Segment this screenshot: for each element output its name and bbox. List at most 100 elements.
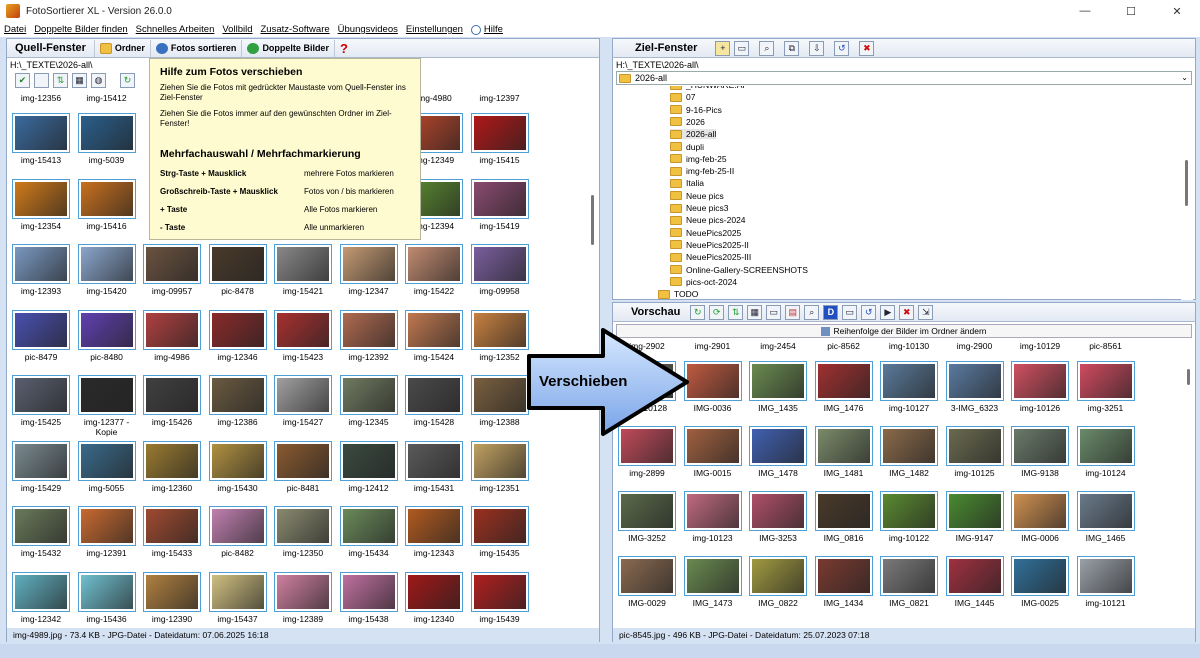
search-icon[interactable]: ⌕	[804, 304, 820, 320]
photo-thumbnail[interactable]: IMG-0025	[1009, 556, 1071, 608]
photo-thumbnail[interactable]: IMG_1476	[813, 361, 875, 413]
slideshow-icon[interactable]: ▶	[880, 304, 896, 320]
tree-folder[interactable]: img-feb-25-II	[670, 166, 734, 176]
menu-einstellungen[interactable]: Einstellungen	[406, 24, 463, 35]
undo-icon[interactable]: ↺	[834, 40, 850, 56]
photo-thumbnail[interactable]: img-10127	[878, 361, 940, 413]
photo-thumbnail[interactable]: img-15430	[207, 440, 269, 493]
photo-thumbnail[interactable]: IMG_1482	[878, 426, 940, 478]
photo-thumbnail[interactable]: IMG_1478	[747, 426, 809, 478]
photo-thumbnail[interactable]: img-15424	[403, 309, 465, 362]
preview-scrollbar[interactable]	[1183, 339, 1195, 627]
photo-thumbnail[interactable]: img-15436	[76, 571, 138, 624]
photo-thumbnail[interactable]: pic-8481	[272, 440, 334, 493]
tree-folder[interactable]: img-feb-25	[670, 154, 727, 164]
photo-thumbnail[interactable]: img-15420	[76, 244, 138, 296]
tree-folder[interactable]: TODO	[658, 289, 698, 299]
rename-icon[interactable]: ▭	[734, 40, 750, 56]
photo-thumbnail[interactable]: IMG_1435	[747, 361, 809, 413]
sort-photos-button[interactable]: Fotos sortieren	[149, 39, 242, 57]
menu-hilfe[interactable]: Hilfe	[470, 24, 503, 35]
tree-folder[interactable]: dupli	[670, 142, 704, 152]
target-scroll-thumb[interactable]	[1185, 160, 1188, 206]
photo-thumbnail[interactable]: IMG_0821	[878, 556, 940, 608]
tree-folder[interactable]: 2026	[670, 117, 705, 127]
tree-folder[interactable]: pics-oct-2024	[670, 277, 737, 287]
photo-thumbnail[interactable]: img-10122	[878, 491, 940, 543]
photo-thumbnail[interactable]: img-12354	[10, 178, 72, 231]
folder-button[interactable]: Ordner	[93, 39, 150, 57]
photo-thumbnail[interactable]: img-10126	[1009, 361, 1071, 413]
refresh-icon[interactable]: ↻	[120, 73, 135, 88]
photo-thumbnail[interactable]: pic-8478	[207, 244, 269, 296]
tree-folder[interactable]: Online-Gallery-SCREENSHOTS	[670, 265, 808, 275]
screen-icon[interactable]: ▭	[842, 304, 858, 320]
maximize-button[interactable]: ☐	[1108, 0, 1154, 22]
sort-order-icon[interactable]: ⇅	[728, 304, 744, 320]
tree-folder[interactable]: _HUNWARE.AI	[670, 86, 745, 90]
photo-thumbnail[interactable]: img-10124	[1075, 426, 1137, 478]
sort-order-icon[interactable]: ⇅	[53, 73, 68, 88]
photo-thumbnail[interactable]: img-12386	[207, 375, 269, 427]
tree-folder[interactable]: 2026-all	[670, 129, 717, 140]
tree-folder[interactable]: NeuePics2025-III	[670, 252, 751, 262]
photo-thumbnail[interactable]: IMG-9147	[944, 491, 1006, 543]
photo-thumbnail[interactable]: IMG_0816	[813, 491, 875, 543]
tree-folder[interactable]: Italia	[670, 178, 704, 188]
photo-thumbnail[interactable]: img-15428	[403, 375, 465, 427]
photo-thumbnail[interactable]: img-12346	[207, 309, 269, 362]
tree-folder[interactable]: Neue pics-2024	[670, 215, 746, 225]
photo-thumbnail[interactable]: img-12343	[403, 506, 465, 558]
photo-thumbnail[interactable]: img-4986	[141, 309, 203, 362]
photo-thumbnail[interactable]: IMG-0029	[616, 556, 678, 608]
help-button[interactable]: ?	[333, 39, 353, 57]
target-scrollbar[interactable]	[1181, 86, 1193, 300]
photo-thumbnail[interactable]: img-12347	[338, 244, 400, 296]
photo-thumbnail[interactable]: img-5055	[76, 440, 138, 493]
photo-thumbnail[interactable]: IMG-9138	[1009, 426, 1071, 478]
photo-thumbnail[interactable]: img-15435	[469, 506, 531, 558]
refresh-icon[interactable]: ↻	[690, 304, 706, 320]
rename-icon[interactable]: ▭	[766, 304, 782, 320]
photo-thumbnail[interactable]: 3-IMG_6323	[944, 361, 1006, 413]
photo-thumbnail[interactable]: img-15425	[10, 375, 72, 427]
photo-thumbnail[interactable]: img-15413	[10, 113, 72, 165]
photo-thumbnail[interactable]: img-10123	[682, 491, 744, 543]
photo-thumbnail[interactable]: img-15432	[10, 506, 72, 558]
photo-thumbnail[interactable]: img-3251	[1075, 361, 1137, 413]
photo-thumbnail[interactable]: pic-8479	[10, 309, 72, 362]
photo-thumbnail[interactable]: img-15416	[76, 178, 138, 231]
photo-thumbnail[interactable]: img-12350	[272, 506, 334, 558]
photo-thumbnail[interactable]: img-12345	[338, 375, 400, 427]
photo-thumbnail[interactable]: img-15423	[272, 309, 334, 362]
grid-view-icon[interactable]: ▦	[72, 73, 87, 88]
photo-thumbnail[interactable]: img-12412	[338, 440, 400, 493]
photo-thumbnail[interactable]: img-12342	[10, 571, 72, 624]
minimize-button[interactable]: —	[1062, 0, 1108, 22]
target-folder-combo[interactable]: 2026-all ⌄	[616, 71, 1192, 85]
photo-thumbnail[interactable]: IMG_1481	[813, 426, 875, 478]
tree-folder[interactable]: 07	[670, 92, 695, 102]
photo-thumbnail[interactable]: img-12388	[469, 375, 531, 427]
photo-thumbnail[interactable]: img-15439	[469, 571, 531, 624]
preview-scroll-thumb[interactable]	[1187, 369, 1190, 385]
photo-thumbnail[interactable]: img-12393	[10, 244, 72, 296]
source-scroll-thumb[interactable]	[591, 195, 594, 245]
photo-thumbnail[interactable]: img-12340	[403, 571, 465, 624]
close-button[interactable]: ✕	[1154, 0, 1200, 22]
photo-thumbnail[interactable]: pic-8482	[207, 506, 269, 558]
photo-thumbnail[interactable]: img-09958	[469, 244, 531, 296]
details-icon[interactable]: D	[823, 304, 839, 320]
photo-thumbnail[interactable]: img-15427	[272, 375, 334, 427]
photo-thumbnail[interactable]: img-12360	[141, 440, 203, 493]
photo-thumbnail[interactable]: img-15422	[403, 244, 465, 296]
photo-thumbnail[interactable]: IMG-3252	[616, 491, 678, 543]
photo-thumbnail[interactable]: img-10121	[1075, 556, 1137, 608]
photo-thumbnail[interactable]: img-12352	[469, 309, 531, 362]
photo-thumbnail[interactable]: IMG-0006	[1009, 491, 1071, 543]
tree-folder[interactable]: NeuePics2025	[670, 228, 741, 238]
reorder-button[interactable]: Reihenfolge der Bilder im Ordner ändern	[616, 324, 1192, 338]
move-icon[interactable]: ⇩	[809, 40, 825, 56]
photo-thumbnail[interactable]: IMG-3253	[747, 491, 809, 543]
menu-schnelles-arbeiten[interactable]: Schnelles Arbeiten	[136, 24, 215, 35]
